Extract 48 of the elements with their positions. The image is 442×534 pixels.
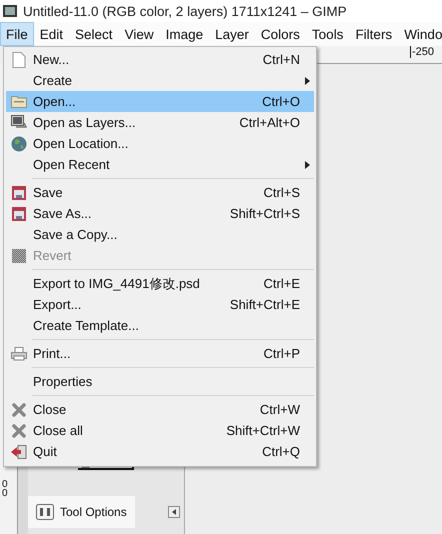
printer-icon: [11, 346, 27, 360]
menu-item[interactable]: Windo: [398, 22, 442, 46]
menu-item[interactable]: Edit: [34, 22, 70, 46]
menu-option[interactable]: Open Recent: [6, 154, 314, 175]
window-title: Untitled-11.0 (RGB color, 2 layers) 1711x1241 – GIMP: [23, 4, 347, 18]
menu-option[interactable]: Print... Ctrl+P: [6, 343, 314, 364]
submenu-arrow-icon: [304, 160, 310, 168]
menu-option[interactable]: Close all Shift+Ctrl+W: [6, 420, 314, 441]
ruler-label: -250: [410, 46, 434, 58]
menu-item[interactable]: Select: [69, 22, 119, 46]
menu-option[interactable]: Open... Ctrl+O: [6, 91, 314, 112]
close-icon: [12, 424, 26, 438]
image-icon: [11, 115, 27, 130]
menu-item[interactable]: Colors: [254, 22, 306, 46]
menu-option[interactable]: Create: [6, 70, 314, 91]
document-icon: [12, 52, 26, 68]
close-icon: [12, 402, 26, 416]
menu-option[interactable]: Save Ctrl+S: [6, 182, 314, 203]
submenu-arrow-icon: [304, 76, 310, 84]
checker-icon: [12, 248, 26, 262]
ruler-label: 0: [1, 489, 9, 498]
menu-option[interactable]: Quit Ctrl+Q: [6, 441, 314, 462]
tool-options-icon: [36, 504, 54, 520]
menu-option[interactable]: Create Template...: [6, 315, 314, 336]
menu-option[interactable]: Save As... Shift+Ctrl+S: [6, 203, 314, 224]
menu-option[interactable]: Close Ctrl+W: [6, 399, 314, 420]
menu-item[interactable]: Layer: [209, 22, 255, 46]
save-icon: [12, 206, 26, 220]
menu-item[interactable]: File: [0, 22, 34, 46]
menu-option[interactable]: Export to IMG_4491修改.psd Ctrl+E: [6, 273, 314, 294]
globe-icon: [11, 136, 27, 152]
tool-options-tab[interactable]: Tool Options: [28, 496, 135, 528]
menu-item[interactable]: Filters: [349, 22, 398, 46]
menu-item[interactable]: Image: [160, 22, 210, 46]
menu-option[interactable]: Save a Copy...: [6, 224, 314, 245]
folder-icon: [11, 95, 27, 108]
menu-option[interactable]: Open Location...: [6, 133, 314, 154]
menu-item[interactable]: Tools: [306, 22, 350, 46]
menu-option[interactable]: Open as Layers... Ctrl+Alt+O: [6, 112, 314, 133]
menu-option[interactable]: Properties: [6, 371, 314, 392]
save-icon: [12, 186, 26, 200]
app-icon: [3, 5, 17, 17]
menu-option[interactable]: New... Ctrl+N: [6, 49, 314, 70]
exit-icon: [11, 444, 27, 458]
ruler-label: 0: [1, 480, 9, 489]
menu-item[interactable]: View: [118, 22, 160, 46]
menu-option[interactable]: Export... Shift+Ctrl+E: [6, 294, 314, 315]
tab-menu-icon[interactable]: [168, 506, 180, 518]
